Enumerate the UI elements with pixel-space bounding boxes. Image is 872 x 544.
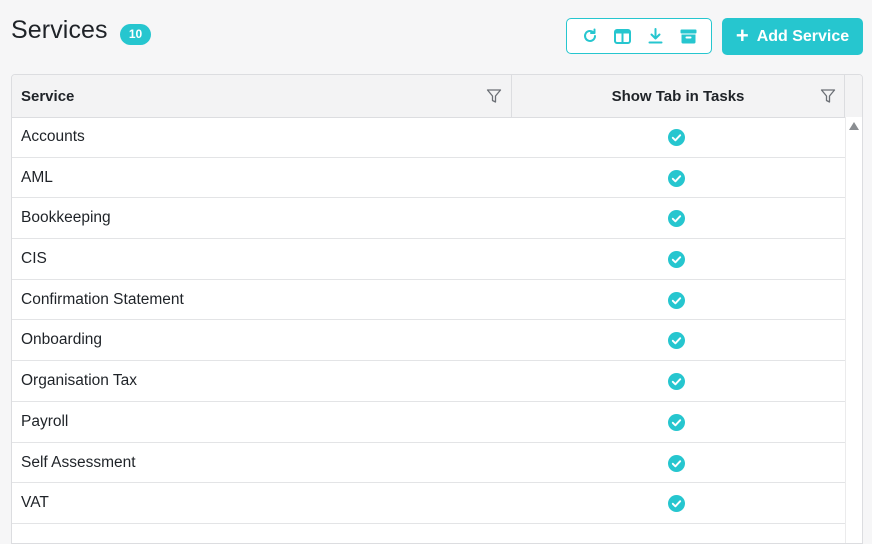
services-grid: Service Show Tab in Tasks Accounts AML Boo… [11,74,863,544]
vertical-scrollbar[interactable] [845,117,862,543]
plus-icon: + [735,22,749,48]
check-circle-icon [668,413,685,431]
grid-header: Service Show Tab in Tasks [12,75,862,118]
table-row[interactable]: Onboarding [12,320,845,362]
table-row[interactable]: Confirmation Statement [12,280,845,321]
check-circle-icon [668,291,685,309]
columns-icon [614,28,631,44]
filter-icon[interactable] [820,88,836,104]
service-name-cell: Organisation Tax [21,372,138,390]
service-name-cell: VAT [21,494,49,512]
count-badge: 10 [120,24,151,45]
columns-button[interactable] [609,22,637,50]
check-circle-icon [668,251,685,269]
service-name-cell: Onboarding [21,331,103,349]
service-name-cell: AML [21,168,53,186]
table-row[interactable]: Accounts [12,117,845,158]
table-row[interactable]: Organisation Tax [12,361,845,402]
table-row[interactable]: VAT [12,483,845,524]
filter-icon[interactable] [486,88,502,104]
page-header: Services 10 + Add Service [0,0,872,72]
toolbar-button-group [566,18,712,54]
archive-icon [680,29,697,43]
check-circle-icon [668,495,685,513]
service-name-cell: Payroll [21,412,69,430]
check-circle-icon [668,332,685,350]
column-header-show-tab[interactable]: Show Tab in Tasks [512,75,845,117]
service-name-cell: Self Assessment [21,453,136,471]
check-circle-icon [668,169,685,187]
column-header-label: Show Tab in Tasks [611,87,745,105]
service-name-cell: CIS [21,250,47,268]
service-name-cell: Accounts [21,128,85,145]
refresh-icon [583,28,596,42]
add-service-button[interactable]: + Add Service [722,18,863,55]
refresh-button[interactable] [576,22,604,50]
table-row[interactable]: Bookkeeping [12,198,845,240]
column-header-label: Service [21,87,75,105]
download-button[interactable] [642,22,670,50]
column-header-service[interactable]: Service [12,75,512,117]
check-circle-icon [668,210,685,228]
service-name-cell: Confirmation Statement [21,290,184,308]
table-row[interactable]: AML [12,158,845,199]
page-title: Services [11,16,108,44]
archive-button[interactable] [675,22,703,50]
add-service-label: Add Service [756,27,850,45]
table-row[interactable]: Payroll [12,402,845,443]
grid-body: Accounts AML Bookkeeping CIS Confirmation St… [12,117,845,524]
check-circle-icon [668,454,685,472]
check-circle-icon [668,129,685,146]
table-row[interactable]: CIS [12,239,845,280]
scroll-up-arrow-icon[interactable] [849,122,859,130]
check-circle-icon [668,373,685,391]
service-name-cell: Bookkeeping [21,209,111,227]
download-icon [648,28,663,44]
table-row[interactable]: Self Assessment [12,443,845,484]
